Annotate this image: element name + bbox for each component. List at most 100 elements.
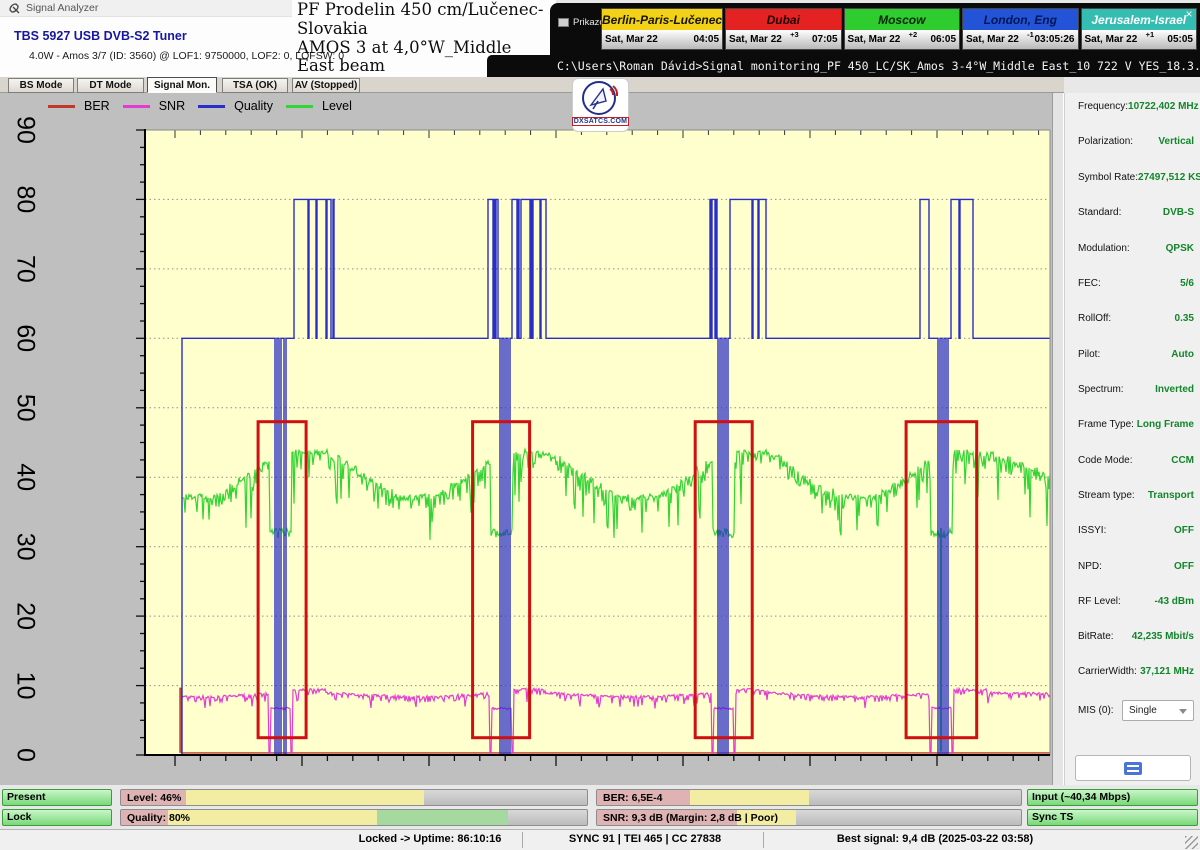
annotation-line-1: PF Prodelin 450 cm/Lučenec-Slovakia (297, 1, 553, 39)
param-symbol-rate: Symbol Rate:27497,512 KS/s (1078, 172, 1194, 188)
param-carrier-width: CarrierWidth:37,121 MHz (1078, 666, 1194, 682)
clock-date: Sat, Mar 22 (605, 34, 658, 45)
param-stream-type: Stream type:Transport (1078, 490, 1194, 506)
statusbar-separator (522, 832, 523, 848)
clock-city-label: Moscow (845, 9, 959, 30)
param-standard: Standard:DVB-S (1078, 207, 1194, 223)
param-spectrum: Spectrum:Inverted (1078, 384, 1194, 400)
level-meter: Level: 46% (120, 789, 588, 806)
ber-line-swatch (48, 105, 75, 108)
chart-legend: BER SNR Quality Level (48, 99, 352, 113)
svg-text:20: 20 (11, 602, 39, 630)
present-status-box: Present (2, 789, 112, 806)
clock-city-label: Jerusalem-Israel (1082, 9, 1196, 30)
svg-text:90: 90 (11, 116, 39, 144)
snr-meter: SNR: 9,3 dB (Margin: 2,8 dB | Poor) (596, 809, 1022, 826)
param-frame-type: Frame Type:Long Frame (1078, 419, 1194, 435)
stacked-lines-icon (1124, 762, 1142, 775)
tab-tsa[interactable]: TSA (OK) (222, 78, 288, 93)
param-modulation: Modulation:QPSK (1078, 243, 1194, 259)
logo-text: DXSATCS.COM (572, 117, 629, 126)
legend-item-ber: BER (48, 99, 110, 113)
param-issyi: ISSYI:OFF (1078, 525, 1194, 541)
clock-london: London, Eng Sat, Mar 22 -103:05:26 (962, 8, 1078, 50)
clock-time: 05:05 (1167, 34, 1193, 45)
input-status-box: Input (~40,34 Mbps) (1027, 789, 1198, 806)
svg-text:50: 50 (11, 394, 39, 422)
legend-item-snr: SNR (123, 99, 185, 113)
logo-dish-icon (579, 79, 623, 119)
resize-grip[interactable] (1185, 836, 1198, 849)
clock-time: 06:05 (930, 34, 956, 45)
console-window-icon (558, 18, 569, 27)
satellite-dish-icon (8, 2, 21, 15)
clock-offset: +3 (790, 30, 799, 39)
dxsatcs-logo: DXSATCS.COM (572, 78, 629, 132)
clock-date: Sat, Mar 22 (729, 34, 782, 45)
clock-berlin: Berlin-Paris-Lučenec Sat, Mar 22 04:05 (601, 8, 723, 50)
world-clocks: Berlin-Paris-Lučenec Sat, Mar 22 04:05 Du… (601, 8, 1197, 50)
param-polarization: Polarization:Vertical (1078, 136, 1194, 152)
svg-text:0: 0 (11, 748, 39, 762)
svg-text:30: 30 (11, 533, 39, 561)
mis-row: MIS (0): Single (1078, 700, 1194, 721)
clock-jerusalem: Jerusalem-Israel Sat, Mar 22+105:05 (1081, 8, 1197, 50)
legend-item-quality: Quality (198, 99, 273, 113)
param-code-mode: Code Mode:CCM (1078, 455, 1194, 471)
clock-date: Sat, Mar 22 (848, 34, 901, 45)
window-title: Signal Analyzer (26, 2, 98, 14)
clock-time: 03:05:26 (1034, 34, 1074, 45)
tab-strip: BS Mode DT Mode Signal Mon. TSA (OK) AV … (0, 77, 1064, 93)
svg-text:60: 60 (11, 324, 39, 352)
svg-text:10: 10 (11, 672, 39, 700)
quality-line-swatch (198, 105, 225, 108)
clock-time: 07:05 (812, 34, 838, 45)
tab-av[interactable]: AV (Stopped) (292, 78, 360, 93)
sync-ts-status-box: Sync TS (1027, 809, 1198, 826)
svg-text:80: 80 (11, 185, 39, 213)
param-pilot: Pilot:Auto (1078, 349, 1194, 365)
clock-moscow: Moscow Sat, Mar 22 +2 06:05 (844, 8, 960, 50)
chart-region: 0102030405060708090 BER SNR Quality Leve… (0, 93, 1052, 785)
panel-action-button[interactable] (1075, 755, 1191, 781)
snr-line-swatch (123, 105, 150, 108)
close-icon[interactable]: × (1182, 7, 1196, 21)
tab-signal-mon[interactable]: Signal Mon. (147, 77, 217, 93)
clock-offset: -1 (1027, 30, 1034, 39)
console-command-line: C:\Users\Roman Dávid>Signal monitoring_P… (487, 55, 1200, 77)
param-frequency: Frequency:10722,402 MHz (1078, 101, 1194, 117)
mis-select[interactable]: Single (1122, 700, 1194, 721)
svg-text:70: 70 (11, 255, 39, 283)
tuner-name: TBS 5927 USB DVB-S2 Tuner (14, 29, 187, 43)
clock-dubai: Dubai Sat, Mar 22 +3 07:05 (725, 8, 841, 50)
chevron-down-icon (1179, 709, 1187, 714)
status-bar: Locked -> Uptime: 86:10:16 SYNC 91 | TEI… (0, 829, 1200, 850)
mis-label: MIS (0): (1078, 705, 1114, 716)
tab-bs-mode[interactable]: BS Mode (8, 78, 74, 93)
statusbar-sync-counters: SYNC 91 | TEI 465 | CC 27838 (527, 833, 763, 845)
tab-dt-mode[interactable]: DT Mode (77, 78, 144, 93)
level-line-swatch (286, 105, 313, 108)
signal-analyzer-app: Signal Analyzer TBS 5927 USB DVB-S2 Tune… (0, 0, 1200, 850)
ber-meter: BER: 6,5E-4 (596, 789, 1022, 806)
param-fec: FEC:5/6 (1078, 278, 1194, 294)
quality-meter: Quality: 80% (120, 809, 588, 826)
param-rolloff: RollOff:0.35 (1078, 313, 1194, 329)
param-bitrate: BitRate:42,235 Mbit/s (1078, 631, 1194, 647)
console-window[interactable]: Prikazov Berlin-Paris-Lučenec Sat, Mar 2… (550, 3, 1200, 55)
statusbar-separator (763, 832, 764, 848)
clock-city-label: London, Eng (963, 9, 1077, 30)
clock-offset: +1 (1146, 30, 1155, 39)
clock-city-label: Dubai (726, 9, 840, 30)
signal-chart: 0102030405060708090 (0, 93, 1052, 785)
param-rf-level: RF Level:-43 dBm (1078, 596, 1194, 612)
clock-date: Sat, Mar 22 (966, 34, 1019, 45)
lock-status-box: Lock (2, 809, 112, 826)
clock-city-label: Berlin-Paris-Lučenec (602, 9, 722, 30)
clock-time: 04:05 (693, 34, 719, 45)
param-npd: NPD:OFF (1078, 561, 1194, 577)
window-titlebar[interactable]: Signal Analyzer (0, 0, 292, 17)
statusbar-best-signal: Best signal: 9,4 dB (2025-03-22 03:58) (770, 833, 1100, 845)
clock-offset: +2 (909, 30, 918, 39)
panel-divider (1052, 93, 1064, 785)
